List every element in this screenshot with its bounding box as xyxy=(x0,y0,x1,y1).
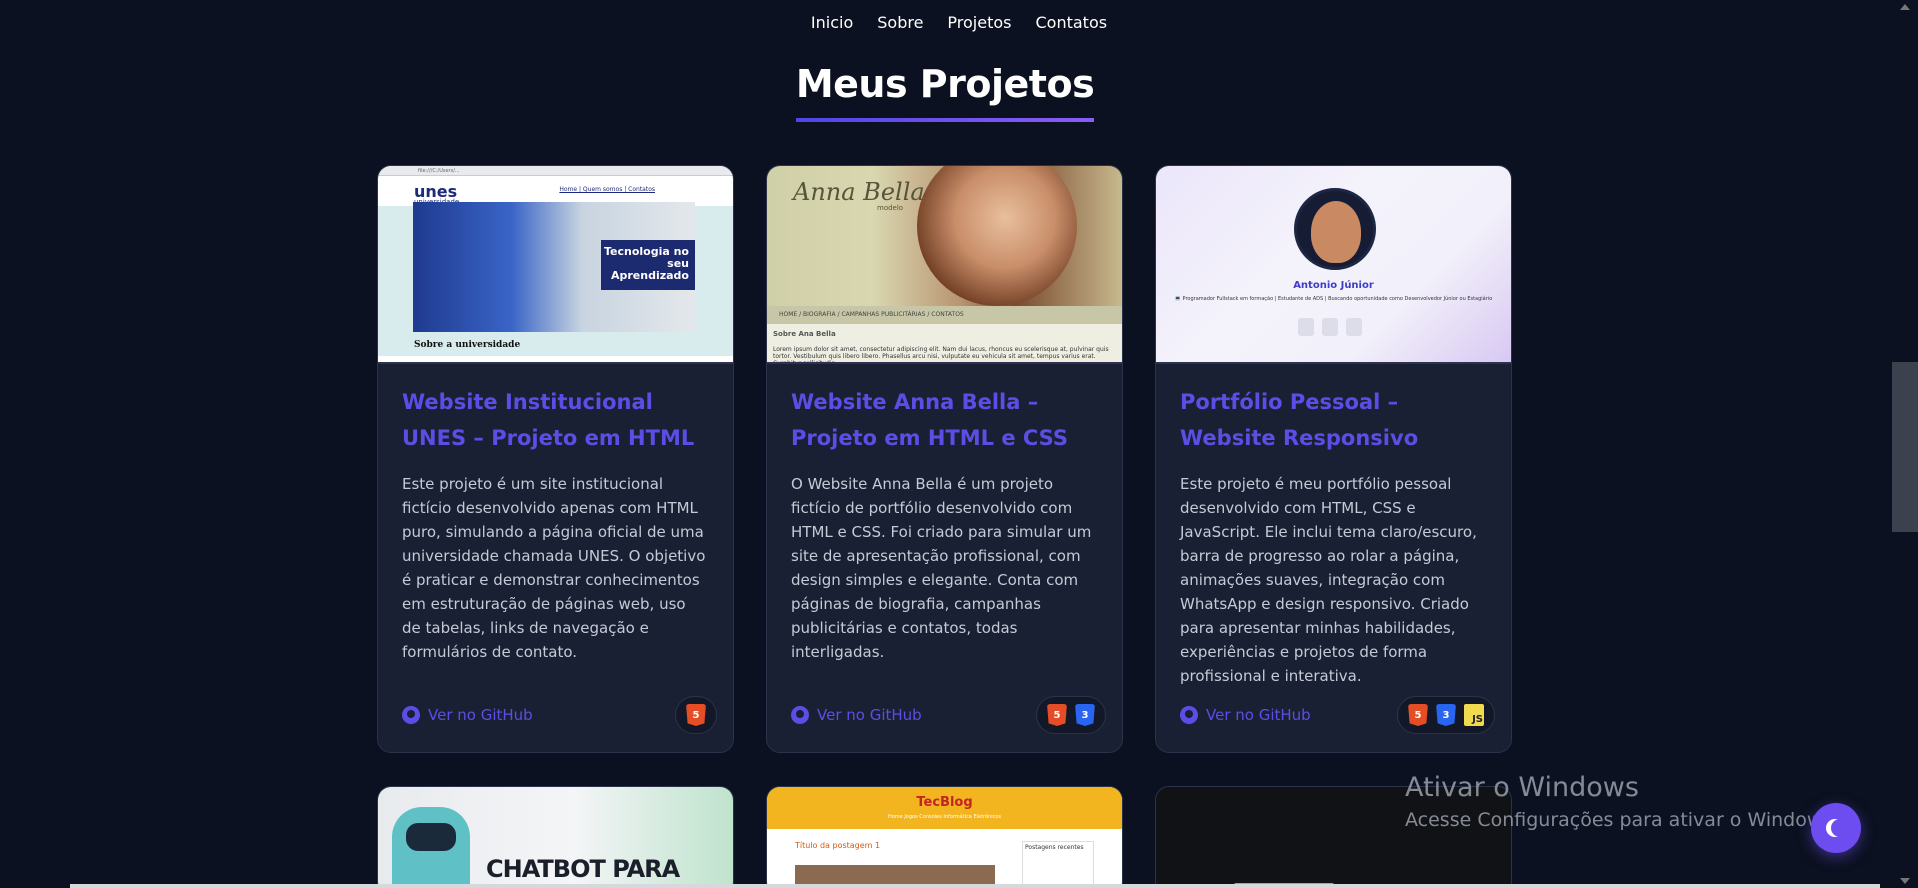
nav-link-projetos[interactable]: Projetos xyxy=(947,9,1011,36)
watermark-line2: Acesse Configurações para ativar o Windo… xyxy=(1405,809,1839,831)
project-thumbnail: CHATBOT PARA xyxy=(378,787,733,888)
project-thumbnail: Antonio Júnior 💻 Programador Fullstack e… xyxy=(1156,166,1511,364)
thumb-heading: Sobre Ana Bella xyxy=(773,330,836,338)
tech-badges: 5 3 JS xyxy=(1397,696,1495,734)
github-link[interactable]: Ver no GitHub xyxy=(402,706,533,724)
html-icon: 5 xyxy=(1408,704,1428,726)
thumb-social-icons xyxy=(1298,318,1362,336)
project-title: Website Anna Bella – Projeto em HTML e C… xyxy=(791,390,1068,450)
project-description: O Website Anna Bella é um projeto fictíc… xyxy=(791,475,1092,661)
project-thumbnail: file:///C:/Users/... unesuniversidade Ho… xyxy=(378,166,733,364)
thumb-banner: Tecnologia no seu Aprendizado xyxy=(413,202,695,332)
section-header: Meus Projetos xyxy=(0,62,1890,122)
thumb-footer-text: Sobre a universidade xyxy=(414,340,521,350)
thumb-desc: 💻 Programador Fullstack em formação | Es… xyxy=(1174,296,1493,302)
thumb-name: Anna Bella xyxy=(793,178,925,206)
css-icon: 3 xyxy=(1075,704,1095,726)
html-icon: 5 xyxy=(1047,704,1067,726)
tech-badges: 5 xyxy=(675,696,717,734)
avatar xyxy=(1294,188,1376,270)
project-description: Este projeto é meu portfólio pessoal des… xyxy=(1180,475,1477,685)
scrollbar-thumb[interactable] xyxy=(1892,362,1918,532)
vertical-scrollbar[interactable] xyxy=(1892,0,1918,888)
thumb-links: Home | Quem somos | Contatos xyxy=(559,186,655,193)
moon-icon xyxy=(1831,819,1849,837)
thumb-name: Antonio Júnior xyxy=(1293,280,1374,291)
github-link[interactable]: Ver no GitHub xyxy=(791,706,922,724)
horizontal-scrollbar[interactable] xyxy=(70,884,1880,888)
windows-activation-watermark: Ativar o Windows Acesse Configurações pa… xyxy=(1405,772,1838,831)
robot-illustration xyxy=(392,807,470,888)
project-thumbnail: TecBlog Home Jogos Consoles Informática … xyxy=(767,787,1122,888)
scroll-up-arrow-icon[interactable] xyxy=(1900,4,1910,10)
tech-badges: 5 3 xyxy=(1036,696,1106,734)
html-icon: 5 xyxy=(686,704,706,726)
nav-link-inicio[interactable]: Inicio xyxy=(811,9,853,36)
thumb-menu: HOME / BIOGRAFIA / CAMPANHAS PUBLICITÁRI… xyxy=(767,306,1122,324)
thumb-sidebar: Postagens recentes xyxy=(1022,841,1094,888)
project-card-anna-bella: Anna Bella modelo HOME / BIOGRAFIA / CAM… xyxy=(766,165,1123,753)
thumb-body: Lorem ipsum dolor sit amet, consectetur … xyxy=(773,346,1109,364)
linkedin-icon xyxy=(1346,318,1362,336)
github-link-label: Ver no GitHub xyxy=(817,706,922,724)
cv-icon xyxy=(1298,318,1314,336)
project-card-portfolio: Antonio Júnior 💻 Programador Fullstack e… xyxy=(1155,165,1512,753)
nav-link-sobre[interactable]: Sobre xyxy=(877,9,923,36)
css-icon: 3 xyxy=(1436,704,1456,726)
project-card-tecblog: TecBlog Home Jogos Consoles Informática … xyxy=(766,786,1123,888)
project-card-chatbot: CHATBOT PARA xyxy=(377,786,734,888)
project-title: Portfólio Pessoal – Website Responsivo xyxy=(1180,390,1419,450)
project-description: Este projeto é um site institucional fic… xyxy=(402,475,706,661)
thumb-menu: Home Jogos Consoles Informática Eletrôni… xyxy=(887,814,1002,820)
github-link[interactable]: Ver no GitHub xyxy=(1180,706,1311,724)
section-title: Meus Projetos xyxy=(795,62,1095,122)
nav-link-contatos[interactable]: Contatos xyxy=(1036,9,1108,36)
github-link-label: Ver no GitHub xyxy=(428,706,533,724)
github-icon xyxy=(1322,318,1338,336)
projects-grid: file:///C:/Users/... unesuniversidade Ho… xyxy=(377,165,1512,888)
thumb-post-title: Título da postagem 1 xyxy=(795,841,881,850)
github-icon xyxy=(402,706,420,724)
main-nav: Inicio Sobre Projetos Contatos xyxy=(0,0,1918,44)
banner-tag: Tecnologia no seu Aprendizado xyxy=(601,240,695,290)
thumb-sub: modelo xyxy=(877,204,904,212)
js-icon: JS xyxy=(1464,704,1484,726)
project-title: Website Institucional UNES – Projeto em … xyxy=(402,390,695,450)
scroll-down-arrow-icon[interactable] xyxy=(1900,878,1910,884)
project-card-unes: file:///C:/Users/... unesuniversidade Ho… xyxy=(377,165,734,753)
browser-bar: file:///C:/Users/... xyxy=(378,166,733,176)
theme-toggle-button[interactable] xyxy=(1811,803,1861,853)
brand-tec: Tec xyxy=(916,795,941,810)
github-link-label: Ver no GitHub xyxy=(1206,706,1311,724)
project-thumbnail: Anna Bella modelo HOME / BIOGRAFIA / CAM… xyxy=(767,166,1122,364)
model-photo xyxy=(917,166,1077,306)
watermark-line1: Ativar o Windows xyxy=(1405,772,1639,803)
github-icon xyxy=(1180,706,1198,724)
thumb-content: Sobre Ana Bella Lorem ipsum dolor sit am… xyxy=(767,324,1122,362)
brand-blog: Blog xyxy=(940,795,973,810)
github-icon xyxy=(791,706,809,724)
thumb-text: CHATBOT PARA xyxy=(486,855,680,883)
thumb-header: TecBlog Home Jogos Consoles Informática … xyxy=(767,787,1122,829)
